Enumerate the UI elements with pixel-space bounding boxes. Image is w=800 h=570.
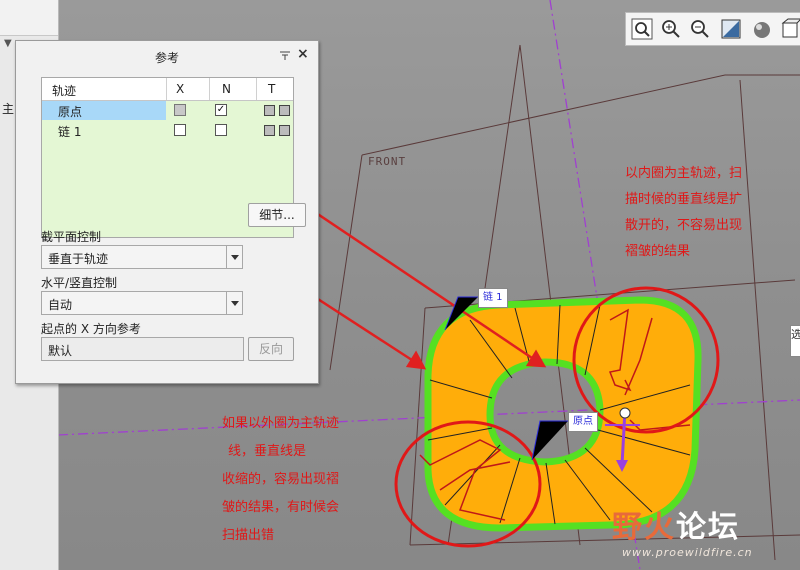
right-edge-popup[interactable]: 选: [790, 325, 800, 357]
x-checkbox: [174, 104, 186, 116]
zoom-fit-icon[interactable]: [630, 17, 654, 41]
dialog-titlebar[interactable]: 参考 ×: [16, 41, 318, 71]
watermark-url: www.proewildfire.cn: [622, 546, 753, 559]
watermark-title-b: 论坛: [676, 510, 740, 545]
t-square[interactable]: [279, 105, 290, 116]
col-header-trajectory: 轨迹: [52, 84, 77, 98]
right-edge-char: 选: [791, 328, 800, 341]
view-icon[interactable]: [779, 17, 800, 41]
repaint-icon[interactable]: [719, 17, 743, 41]
chevron-down-icon[interactable]: [226, 292, 242, 314]
note-right: 以内圈为主轨迹，扫 描时候的垂直线是扩 散开的，不容易出现 褶皱的结果: [625, 161, 785, 265]
col-header-n: N: [222, 82, 231, 96]
note-right-line: 褶皱的结果: [625, 244, 691, 259]
watermark-logo: 野火论坛: [612, 502, 740, 546]
note-left-line: 收缩的，容易出现褶: [222, 472, 340, 487]
table-header: 轨迹 X N T: [42, 78, 293, 101]
watermark-title-a: 野火: [612, 510, 676, 545]
chevron-down-icon[interactable]: [226, 246, 242, 268]
x-ref-label: 起点的 X 方向参考: [41, 322, 141, 336]
note-left-line: 如果以外圈为主轨迹: [222, 416, 340, 431]
hv-control-select[interactable]: 自动: [41, 291, 243, 315]
sweep-body: [424, 296, 702, 532]
zoom-out-icon[interactable]: [688, 17, 712, 41]
row-name: 链 1: [58, 125, 82, 139]
hv-control-value: 自动: [48, 298, 73, 312]
note-left-line: 扫描出错: [222, 528, 275, 543]
reverse-button[interactable]: 反向: [248, 337, 294, 361]
note-left: 如果以外圈为主轨迹 线，垂直线是 收缩的，容易出现褶 皱的结果，有时候会 扫描出…: [222, 410, 392, 550]
details-button[interactable]: 细节...: [248, 203, 306, 227]
view-toolbar: [625, 12, 800, 46]
x-checkbox[interactable]: [174, 124, 186, 136]
tree-label: 主: [2, 102, 15, 116]
display-style-icon[interactable]: [750, 17, 774, 41]
dialog-title: 参考: [154, 51, 179, 65]
close-button[interactable]: ×: [297, 46, 309, 62]
row-name: 原点: [58, 105, 83, 119]
origin-tag[interactable]: 原点: [568, 412, 598, 432]
row-name-cell[interactable]: 原点: [42, 101, 166, 120]
pin-icon[interactable]: [278, 48, 292, 62]
tree-tab[interactable]: [0, 0, 58, 36]
t-square[interactable]: [264, 125, 275, 136]
n-checkbox[interactable]: [215, 124, 227, 136]
zoom-in-icon[interactable]: [659, 17, 683, 41]
section-control-select[interactable]: 垂直于轨迹: [41, 245, 243, 269]
t-square[interactable]: [264, 105, 275, 116]
x-ref-value: 默认: [48, 344, 73, 358]
chain-tag[interactable]: 链 1: [478, 288, 508, 308]
reference-dialog: 参考 × 轨迹 X N T 原点 ✓ 链 1 细节... 截平面控制 垂直于轨迹…: [15, 40, 319, 384]
col-header-t: T: [268, 82, 276, 96]
x-ref-field[interactable]: 默认: [41, 337, 244, 361]
note-left-line: 线，垂直线是: [228, 444, 307, 459]
datum-label-front: FRONT: [368, 155, 407, 168]
section-control-label: 截平面控制: [41, 230, 102, 244]
section-control-value: 垂直于轨迹: [48, 252, 109, 266]
note-right-line: 以内圈为主轨迹，扫: [625, 166, 743, 181]
n-checkbox[interactable]: ✓: [215, 104, 227, 116]
table-row[interactable]: 原点 ✓: [42, 101, 293, 120]
note-right-line: 散开的，不容易出现: [625, 218, 743, 233]
table-row[interactable]: 链 1: [42, 121, 293, 140]
note-left-line: 皱的结果，有时候会: [222, 500, 340, 515]
note-right-line: 描时候的垂直线是扩: [625, 192, 743, 207]
t-square[interactable]: [279, 125, 290, 136]
col-header-x: X: [176, 82, 185, 96]
hv-control-label: 水平/竖直控制: [41, 276, 118, 290]
row-name-cell[interactable]: 链 1: [42, 121, 166, 140]
